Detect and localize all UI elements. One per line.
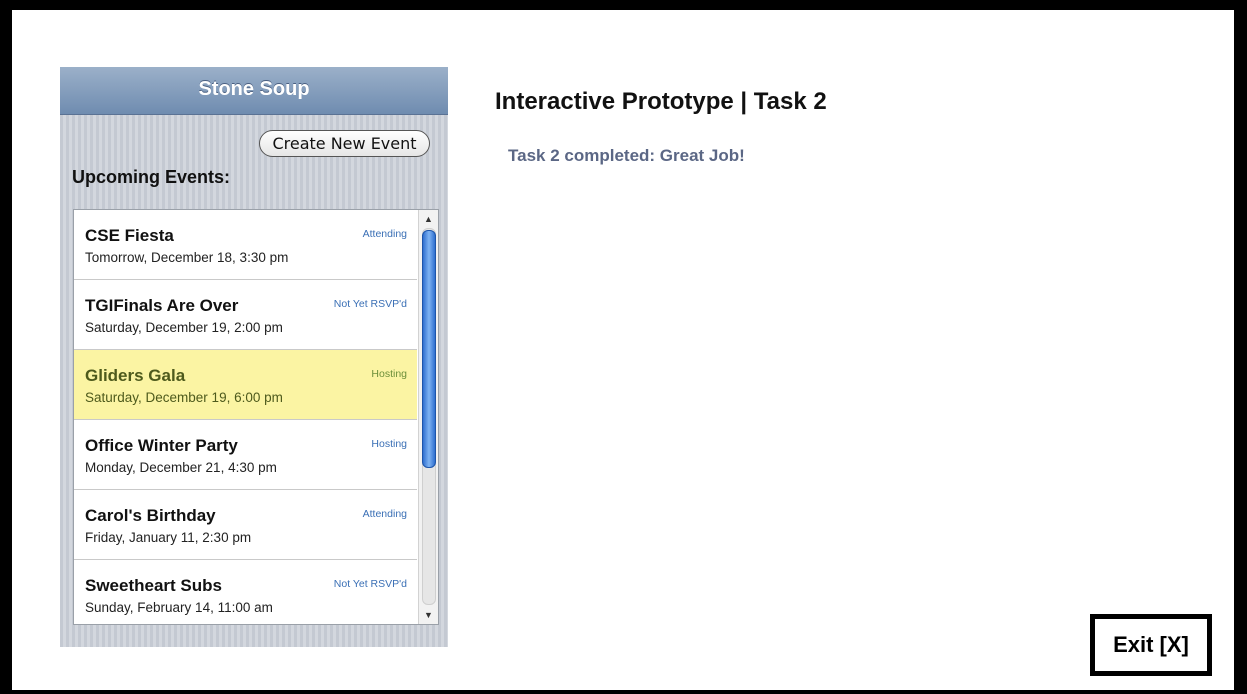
event-status: Hosting [371, 368, 407, 380]
event-status: Hosting [371, 438, 407, 450]
event-date: Saturday, December 19, 2:00 pm [85, 320, 283, 335]
event-row-gliders-gala[interactable]: Gliders Gala Saturday, December 19, 6:00… [74, 350, 417, 420]
task-status-message: Task 2 completed: Great Job! [508, 146, 745, 165]
event-status: Not Yet RSVP'd [333, 298, 407, 310]
events-list[interactable]: CSE Fiesta Tomorrow, December 18, 3:30 p… [73, 209, 439, 625]
event-row-sweetheart-subs[interactable]: Sweetheart Subs Sunday, February 14, 11:… [74, 560, 417, 624]
upcoming-events-heading: Upcoming Events: [72, 167, 231, 187]
event-date: Tomorrow, December 18, 3:30 pm [85, 250, 289, 265]
scroll-up-arrow-icon[interactable]: ▲ [419, 212, 438, 226]
event-title: Sweetheart Subs [85, 576, 222, 595]
event-title: Gliders Gala [85, 366, 186, 385]
scroll-down-arrow-icon[interactable]: ▼ [419, 608, 438, 622]
event-date: Monday, December 21, 4:30 pm [85, 460, 277, 475]
event-title: Carol's Birthday [85, 506, 216, 525]
event-status: Not Yet RSVP'd [333, 578, 407, 590]
event-row-carols-birthday[interactable]: Carol's Birthday Friday, January 11, 2:3… [74, 490, 417, 560]
event-row-office-winter-party[interactable]: Office Winter Party Monday, December 21,… [74, 420, 417, 490]
page-title: Interactive Prototype | Task 2 [495, 88, 827, 115]
event-date: Sunday, February 14, 11:00 am [85, 600, 273, 615]
list-scrollbar[interactable]: ▲ ▼ [418, 210, 438, 624]
event-date: Friday, January 11, 2:30 pm [85, 530, 252, 545]
scroll-thumb[interactable] [422, 230, 436, 468]
event-title: Office Winter Party [85, 436, 238, 455]
event-title: TGIFinals Are Over [85, 296, 239, 315]
event-date: Saturday, December 19, 6:00 pm [85, 390, 283, 405]
event-row-cse-fiesta[interactable]: CSE Fiesta Tomorrow, December 18, 3:30 p… [74, 210, 417, 280]
event-title: CSE Fiesta [85, 226, 174, 245]
event-row-tgifinals[interactable]: TGIFinals Are Over Saturday, December 19… [74, 280, 417, 350]
app-title: Stone Soup [60, 67, 448, 115]
exit-button[interactable]: Exit [X] [1090, 614, 1212, 676]
event-status: Attending [362, 508, 407, 520]
create-new-event-button[interactable]: Create New Event [259, 130, 430, 157]
event-status: Attending [362, 228, 407, 240]
